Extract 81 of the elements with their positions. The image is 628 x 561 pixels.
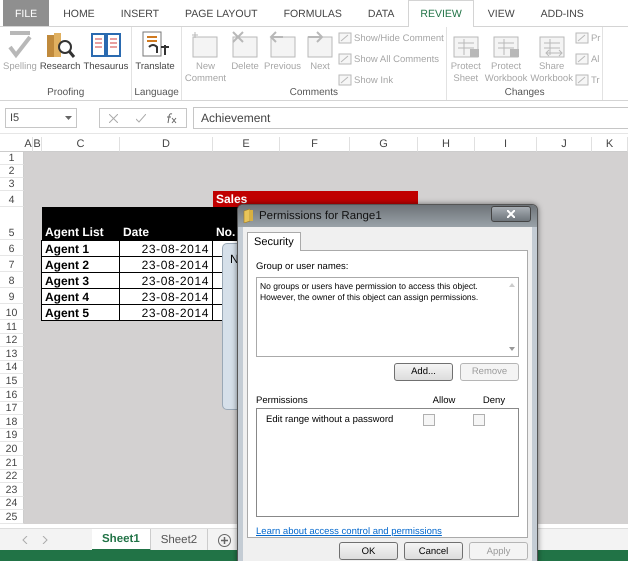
row-header[interactable]: 2 [0,165,24,178]
row-header[interactable]: 6 [0,240,24,256]
column-heading: No. [215,224,236,240]
column-header[interactable]: E [213,137,280,152]
dialog-title: Permissions for Range1 [259,210,382,222]
column-header[interactable]: B [33,137,42,152]
row-header[interactable]: 23 [0,483,24,497]
row-header[interactable]: 18 [0,415,24,429]
row-header[interactable]: 25 [0,510,24,524]
group-label: Language [134,87,179,100]
table-cell: 23-08-2014 [119,256,213,273]
ribbon-tab[interactable]: HOME [51,0,107,26]
row-header[interactable]: 1 [0,152,24,165]
table-cell: Agent 2 [41,256,120,273]
ribbon-tab[interactable]: FORMULAS [272,0,354,26]
name-box[interactable]: I5 [5,108,77,128]
row-header[interactable]: 7 [0,256,24,272]
row-header[interactable]: 13 [0,347,24,361]
dialog-button[interactable]: Cancel [404,542,463,560]
ribbon-tab[interactable]: DATA [356,0,406,26]
row-header[interactable]: 21 [0,456,24,470]
row-header[interactable]: 4 [0,191,24,207]
ribbon-button[interactable]: Research [38,29,82,73]
ribbon-tab[interactable]: VIEW [476,0,527,26]
column-header[interactable]: J [537,137,592,152]
dialog-tab[interactable]: Security [247,232,301,251]
dialog-button[interactable]: OK [339,542,398,560]
row-header[interactable]: 17 [0,402,24,416]
row-header[interactable]: 11 [0,320,24,334]
table-cell: 23-08-2014 [119,240,213,257]
column-header[interactable]: G [350,137,418,152]
row-header[interactable]: 19 [0,428,24,442]
ribbon-button[interactable]: Translate [134,29,176,73]
formula-field[interactable]: Achievement [193,107,628,129]
column-header[interactable]: C [42,137,120,152]
ribbon-button[interactable]: Thesaurus [82,29,130,73]
row-header[interactable]: 14 [0,360,24,374]
field-label: Permissions [256,394,309,406]
row-header[interactable]: 15 [0,374,24,388]
list-message: However, the owner of this object can assign permissions. [260,292,480,303]
field-label: Group or user names: [256,261,350,272]
column-header[interactable]: I [475,137,537,152]
column-heading: Deny [482,394,506,406]
row-header[interactable]: 9 [0,288,24,304]
group-label: Changes [504,87,546,100]
row-header[interactable]: 24 [0,496,24,510]
user-list[interactable]: No groups or users have permission to access this object. However, the owner of this object can assign permissions. [256,277,519,357]
column-header[interactable]: F [280,137,350,152]
row-header[interactable]: 22 [0,470,24,484]
row-header[interactable]: 10 [0,304,24,320]
table-cell: 23-08-2014 [119,288,213,305]
row-header[interactable]: 8 [0,272,24,288]
group-label: Comments [288,87,339,100]
ribbon-tab[interactable]: PAGE LAYOUT [173,0,270,26]
list-message: No groups or users have permission to access this object. [260,281,479,292]
group-label: Proofing [46,87,86,100]
column-heading: Agent List [44,224,105,240]
ribbon-tab[interactable]: ADD-INS [528,0,596,26]
column-heading: Allow [432,394,456,406]
row-header[interactable]: 5 [0,207,24,240]
column-header[interactable]: A [24,137,33,152]
row-header[interactable]: 16 [0,388,24,402]
row-header[interactable]: 3 [0,178,24,191]
ribbon-tab[interactable]: REVIEW [408,0,474,27]
row-header[interactable]: 12 [0,334,24,348]
permission-name: Edit range without a password [266,414,394,426]
help-link[interactable]: Learn about access control and permissions [256,526,519,537]
table-cell: Agent 3 [41,272,120,289]
table-cell: 23-08-2014 [119,272,213,289]
column-heading: Date [122,224,150,240]
column-header[interactable]: K [592,137,628,152]
dialog-button[interactable]: Add... [394,362,453,381]
column-header[interactable]: D [120,137,213,152]
table-cell: Agent 5 [41,304,120,321]
row-header[interactable]: 20 [0,442,24,456]
column-header[interactable]: H [418,137,475,152]
table-cell: 23-08-2014 [119,304,213,321]
ribbon-tab[interactable]: INSERT [108,0,172,26]
table-cell: Agent 4 [41,288,120,305]
sheet-tab[interactable]: Sheet1 [92,529,151,551]
table-cell: Agent 1 [41,240,120,257]
